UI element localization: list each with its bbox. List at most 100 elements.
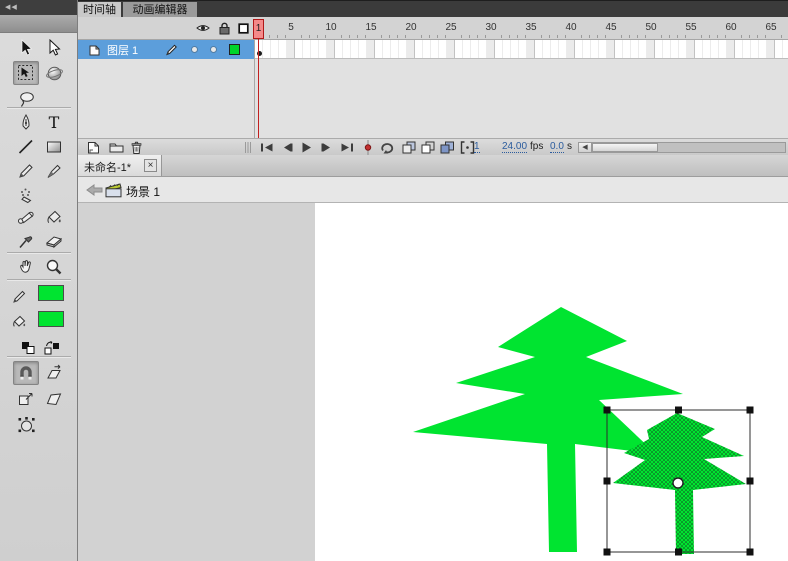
tools-panel-header[interactable] [0,15,77,33]
frame-cell[interactable] [495,40,503,58]
frame-cell[interactable] [431,40,439,58]
transform-handle[interactable] [747,478,754,485]
frame-cell[interactable] [703,40,711,58]
frame-cell[interactable] [383,40,391,58]
go-to-first-frame-button[interactable] [260,143,274,152]
timeline-empty-area[interactable] [78,59,788,138]
frame-cell[interactable] [775,40,783,58]
play-button[interactable] [301,142,312,153]
frame-cell[interactable] [647,40,655,58]
rectangle-tool-button[interactable] [41,135,67,159]
stroke-color-swatch[interactable] [38,285,64,301]
frame-cell[interactable] [455,40,463,58]
frame-cell[interactable] [623,40,631,58]
panel-grip-icon[interactable] [244,142,252,153]
frame-cell[interactable] [439,40,447,58]
frame-cell[interactable] [471,40,479,58]
frame-cell[interactable] [743,40,751,58]
layer-outline-color-chip[interactable] [229,44,240,55]
frame-cell[interactable] [687,40,695,58]
frame-cell[interactable] [295,40,303,58]
frame-cell[interactable] [255,40,263,58]
transform-handle[interactable] [747,549,754,556]
snap-to-objects-button[interactable] [13,361,39,385]
new-layer-button[interactable] [86,141,101,154]
frame-cell[interactable] [535,40,543,58]
deco-tool-button[interactable] [13,183,39,207]
frame-cell[interactable] [407,40,415,58]
frame-cell[interactable] [463,40,471,58]
transform-handle[interactable] [747,407,754,414]
fill-color-swatch[interactable] [38,311,64,327]
pasteboard[interactable] [78,203,788,561]
back-arrow-icon[interactable] [86,184,103,196]
elapsed-time-value[interactable]: 0.0 [550,141,564,153]
frame-cell[interactable] [279,40,287,58]
frame-cell[interactable] [759,40,767,58]
rotate-skew-option-button[interactable] [41,361,67,385]
frame-cell[interactable] [335,40,343,58]
delete-layer-trash-button[interactable] [130,141,143,154]
tab-timeline[interactable]: 时间轴 [78,2,121,18]
frame-cell[interactable] [327,40,335,58]
pen-tool-button[interactable] [13,111,39,135]
layer-visibility-dot[interactable] [192,47,197,52]
frame-cell[interactable] [719,40,727,58]
frame-cell[interactable] [583,40,591,58]
layer-name-cell[interactable]: 图层 1 [78,40,254,59]
frame-cell[interactable] [727,40,735,58]
big-tree-shape[interactable] [413,307,683,552]
show-all-layers-as-outlines-icon[interactable] [238,23,249,34]
document-tab[interactable]: 未命名-1* × [78,155,162,176]
frame-cell[interactable] [391,40,399,58]
frame-cell[interactable] [631,40,639,58]
frame-cell[interactable] [359,40,367,58]
frame-cell[interactable] [271,40,279,58]
layer-frames-strip[interactable] [255,40,788,59]
distort-option-button[interactable] [41,387,67,411]
paint-bucket-tool-button[interactable] [41,206,67,230]
transform-center-point[interactable] [673,478,683,488]
current-frame-indicator[interactable]: 1 [474,141,480,153]
frame-cell[interactable] [519,40,527,58]
frame-cell[interactable] [287,40,295,58]
bone-tool-button[interactable] [13,206,39,230]
scale-option-button[interactable] [13,387,39,411]
tab-motion-editor[interactable]: 动画编辑器 [123,2,197,18]
step-forward-one-frame-button[interactable] [321,143,333,152]
frame-cell[interactable] [399,40,407,58]
subselection-tool-button[interactable] [41,36,67,60]
onion-skin-button[interactable] [402,141,416,154]
scene-name-label[interactable]: 场景 1 [126,183,160,200]
frame-cell[interactable] [695,40,703,58]
edit-multiple-frames-button[interactable] [440,141,455,154]
loop-playback-button[interactable] [379,141,396,154]
frame-cell[interactable] [527,40,535,58]
go-to-last-frame-button[interactable] [340,143,354,152]
transform-handle[interactable] [675,407,682,414]
frame-cell[interactable] [615,40,623,58]
frame-cell[interactable] [767,40,775,58]
frame-cell[interactable] [591,40,599,58]
document-close-button[interactable]: × [144,159,157,172]
frame-cell[interactable] [735,40,743,58]
lock-all-layers-icon[interactable] [219,22,230,35]
frame-cell[interactable] [375,40,383,58]
envelope-option-button[interactable] [13,413,39,437]
modify-markers-button[interactable] [460,141,475,154]
frame-cell[interactable] [607,40,615,58]
text-tool-button[interactable]: T [41,111,67,135]
transform-handle[interactable] [675,549,682,556]
layer-lock-dot[interactable] [211,47,216,52]
frame-cell[interactable] [679,40,687,58]
frame-cell[interactable] [351,40,359,58]
frame-cell[interactable] [543,40,551,58]
pencil-tool-button[interactable] [13,159,39,183]
transform-handle[interactable] [604,407,611,414]
free-transform-tool-button[interactable] [13,61,39,85]
frame-cell[interactable] [751,40,759,58]
frame-cell[interactable] [319,40,327,58]
frame-cell[interactable] [655,40,663,58]
transform-handle[interactable] [604,549,611,556]
frame-cell[interactable] [343,40,351,58]
